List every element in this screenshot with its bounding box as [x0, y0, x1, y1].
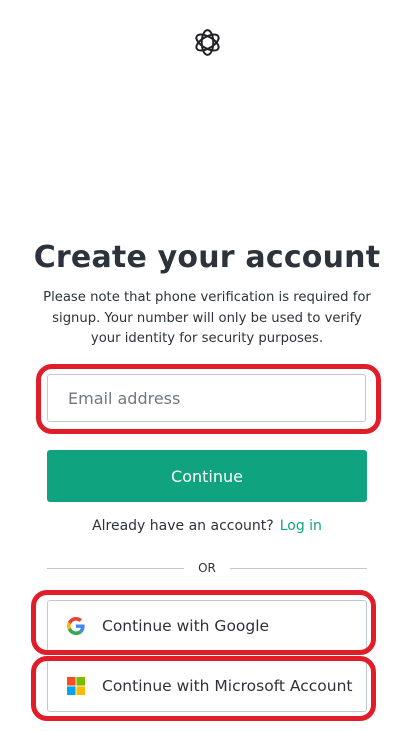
continue-with-microsoft-button[interactable]: Continue with Microsoft Account — [47, 660, 367, 712]
page-title: Create your account — [33, 240, 381, 275]
google-icon — [66, 616, 86, 636]
divider-line-right — [229, 567, 368, 569]
divider-line-left — [47, 567, 185, 569]
microsoft-button-label: Continue with Microsoft Account — [102, 677, 353, 695]
continue-button[interactable]: Continue — [47, 450, 367, 502]
google-button-label: Continue with Google — [102, 617, 270, 635]
login-prompt-row: Already have an account? Log in — [0, 518, 414, 534]
openai-logo-icon — [195, 29, 220, 56]
continue-with-google-button[interactable]: Continue with Google — [47, 600, 367, 652]
or-divider: OR — [47, 558, 368, 578]
email-field-container — [47, 374, 366, 422]
divider-label: OR — [198, 561, 216, 575]
login-prompt-text: Already have an account? — [92, 518, 274, 534]
microsoft-icon — [66, 676, 86, 696]
email-field[interactable] — [48, 375, 365, 421]
login-link[interactable]: Log in — [280, 518, 322, 534]
page-subtitle: Please note that phone verification is r… — [43, 290, 371, 346]
